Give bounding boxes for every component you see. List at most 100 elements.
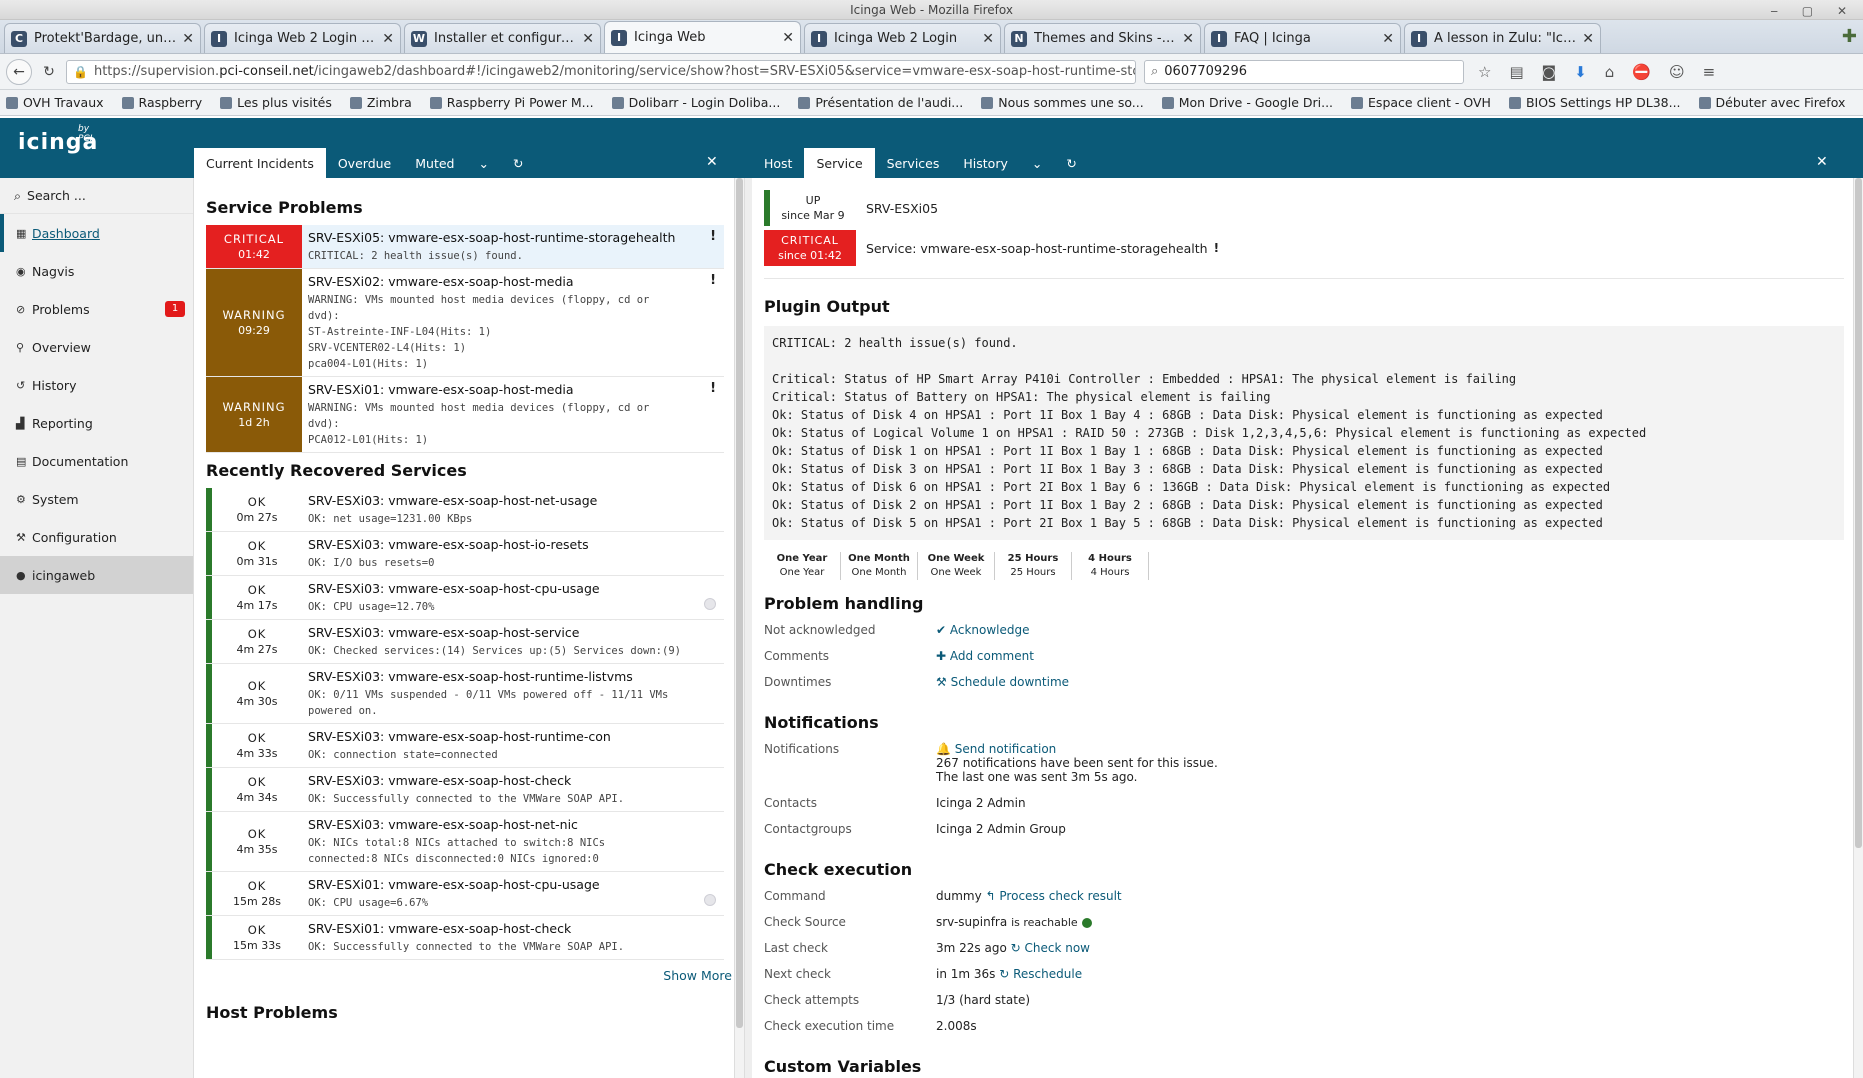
bookmark-item[interactable]: Les plus visités	[220, 95, 332, 110]
time-range-button[interactable]: 25 Hours 25 Hours	[995, 552, 1072, 580]
browser-tab[interactable]: C Protekt'Bardage, un é... ✕	[4, 23, 201, 53]
service-title[interactable]: SRV-ESXi03: vmware-esx-soap-host-check	[308, 773, 718, 788]
bookmark-item[interactable]: Présentation de l'audi...	[798, 95, 963, 110]
tab-close-icon[interactable]: ✕	[782, 30, 794, 46]
sidebar-search[interactable]: ⌕ Search ...	[0, 178, 193, 214]
close-left-pane-icon[interactable]: ✕	[706, 154, 718, 170]
service-row[interactable]: OK 4m 30s SRV-ESXi03: vmware-esx-soap-host…	[206, 664, 724, 724]
url-bar[interactable]: 🔒 https://supervision. pci-conseil.net/ic…	[66, 59, 1136, 84]
service-row[interactable]: OK 4m 27s SRV-ESXi03: vmware-esx-soap-host…	[206, 620, 724, 664]
tab-close-icon[interactable]: ✕	[1182, 31, 1194, 47]
service-row[interactable]: WARNING 09:29 SRV-ESXi02: vmware-esx-soap-…	[206, 269, 724, 377]
service-row[interactable]: OK 0m 31s SRV-ESXi03: vmware-esx-soap-host…	[206, 532, 724, 576]
ph-action-link[interactable]: ✔ Acknowledge	[936, 623, 1030, 637]
service-row[interactable]: OK 15m 33s SRV-ESXi01: vmware-esx-soap-hos…	[206, 916, 724, 960]
left-pane-tab[interactable]: Muted	[403, 148, 466, 178]
contacts-value[interactable]: Icinga 2 Admin	[936, 796, 1026, 816]
bookmark-item[interactable]: BIOS Settings HP DL38...	[1508, 95, 1681, 110]
chat-icon[interactable]: ☺	[1669, 63, 1685, 81]
service-title[interactable]: SRV-ESXi03: vmware-esx-soap-host-runtime…	[308, 669, 718, 684]
time-range-button[interactable]: 4 Hours 4 Hours	[1072, 552, 1149, 580]
close-right-pane-icon[interactable]: ✕	[1816, 154, 1828, 170]
adblock-icon[interactable]: ⛔	[1632, 63, 1651, 81]
bookmark-item[interactable]: Zimbra	[349, 95, 412, 110]
sidebar-item-overview[interactable]: ⚲ Overview	[0, 328, 193, 366]
right-pane-tab[interactable]: Host	[752, 148, 804, 178]
service-row[interactable]: OK 4m 35s SRV-ESXi03: vmware-esx-soap-host…	[206, 812, 724, 872]
service-title[interactable]: SRV-ESXi05: vmware-esx-soap-host-runtime…	[308, 230, 718, 245]
pocket-icon[interactable]: ◙	[1542, 63, 1557, 81]
refresh-icon[interactable]: ↻	[501, 148, 535, 178]
browser-tab[interactable]: I Icinga Web 2 Login :: ... ✕	[204, 23, 401, 53]
tab-close-icon[interactable]: ✕	[182, 31, 194, 47]
service-title[interactable]: SRV-ESXi01: vmware-esx-soap-host-cpu-usa…	[308, 877, 718, 892]
bookmark-item[interactable]: Mon Drive - Google Dri...	[1161, 95, 1333, 110]
check-now-link[interactable]: ↻ Check now	[1011, 941, 1090, 955]
send-notification-link[interactable]: 🔔 Send notification	[936, 742, 1056, 756]
sidebar-item-dashboard[interactable]: ▦ Dashboard	[0, 214, 193, 252]
home-icon[interactable]: ⌂	[1605, 63, 1615, 81]
download-icon[interactable]: ⬇	[1574, 63, 1587, 81]
service-row[interactable]: OK 4m 34s SRV-ESXi03: vmware-esx-soap-host…	[206, 768, 724, 812]
service-title[interactable]: SRV-ESXi03: vmware-esx-soap-host-net-usa…	[308, 493, 718, 508]
sidebar-item-problems[interactable]: ⊘ Problems 1	[0, 290, 193, 328]
bookmark-item[interactable]: OVH Travaux	[6, 95, 104, 110]
service-row[interactable]: CRITICAL 01:42 SRV-ESXi05: vmware-esx-soap…	[206, 225, 724, 269]
browser-tab[interactable]: I A lesson in Zulu: "Icin... ✕	[1404, 23, 1601, 53]
tab-close-icon[interactable]: ✕	[382, 31, 394, 47]
service-title[interactable]: SRV-ESXi01: vmware-esx-soap-host-media	[308, 382, 718, 397]
pane-divider[interactable]	[744, 178, 752, 1078]
browser-tab[interactable]: N Themes and Skins - N... ✕	[1004, 23, 1201, 53]
tab-close-icon[interactable]: ✕	[1382, 31, 1394, 47]
sidebar-item-nagvis[interactable]: ◉ Nagvis	[0, 252, 193, 290]
left-pane-tab[interactable]: Overdue	[326, 148, 403, 178]
bookmark-item[interactable]: Nous sommes une so...	[981, 95, 1144, 110]
show-more-link[interactable]: Show More	[194, 968, 732, 983]
tab-close-icon[interactable]: ✕	[1582, 31, 1594, 47]
service-title[interactable]: SRV-ESXi03: vmware-esx-soap-host-io-rese…	[308, 537, 718, 552]
service-title[interactable]: SRV-ESXi03: vmware-esx-soap-host-cpu-usa…	[308, 581, 718, 596]
service-title[interactable]: SRV-ESXi03: vmware-esx-soap-host-net-nic	[308, 817, 718, 832]
contactgroups-value[interactable]: Icinga 2 Admin Group	[936, 822, 1066, 842]
service-title[interactable]: SRV-ESXi03: vmware-esx-soap-host-runtime…	[308, 729, 718, 744]
right-pane-tab[interactable]: History	[951, 148, 1019, 178]
bookmark-star-icon[interactable]: ☆	[1478, 63, 1491, 81]
refresh-icon[interactable]: ↻	[1054, 148, 1088, 178]
back-button[interactable]: ←	[6, 58, 32, 85]
service-title[interactable]: SRV-ESXi03: vmware-esx-soap-host-service	[308, 625, 718, 640]
sidebar-item-icingaweb[interactable]: ● icingaweb	[0, 556, 193, 594]
new-tab-button[interactable]: ✚	[1842, 26, 1857, 47]
reading-list-icon[interactable]: ▤	[1509, 63, 1523, 81]
service-row[interactable]: OK 15m 28s SRV-ESXi01: vmware-esx-soap-hos…	[206, 872, 724, 916]
service-title[interactable]: SRV-ESXi02: vmware-esx-soap-host-media	[308, 274, 718, 289]
time-range-button[interactable]: One Month One Month	[841, 552, 918, 580]
sidebar-item-configuration[interactable]: ⚒ Configuration	[0, 518, 193, 556]
time-range-button[interactable]: One Week One Week	[918, 552, 995, 580]
service-row[interactable]: OK 4m 17s SRV-ESXi03: vmware-esx-soap-host…	[206, 576, 724, 620]
reload-icon[interactable]: ↻	[36, 59, 62, 85]
left-scrollbar[interactable]	[734, 178, 744, 1078]
left-pane-tab[interactable]: Current Incidents	[194, 148, 326, 178]
dropdown-chevron-icon[interactable]: ⌄	[466, 148, 500, 178]
bookmark-item[interactable]: Raspberry Pi Power M...	[429, 95, 594, 110]
browser-tab[interactable]: W Installer et configurer... ✕	[404, 23, 601, 53]
tab-close-icon[interactable]: ✕	[582, 31, 594, 47]
bookmark-item[interactable]: Dolibarr - Login Doliba...	[611, 95, 780, 110]
right-pane-tab[interactable]: Service	[804, 148, 875, 178]
service-row[interactable]: WARNING 1d 2h SRV-ESXi01: vmware-esx-soap-…	[206, 377, 724, 453]
bookmark-item[interactable]: Débuter avec Firefox	[1698, 95, 1845, 110]
bookmark-item[interactable]: Espace client - OVH	[1351, 95, 1491, 110]
sidebar-item-reporting[interactable]: ▟ Reporting	[0, 404, 193, 442]
browser-tab[interactable]: I Icinga Web 2 Login ✕	[804, 23, 1001, 53]
time-range-button[interactable]: One Year One Year	[764, 552, 841, 580]
sidebar-item-history[interactable]: ↺ History	[0, 366, 193, 404]
right-pane-tab[interactable]: Services	[875, 148, 952, 178]
sidebar-item-system[interactable]: ⚙ System	[0, 480, 193, 518]
bookmark-item[interactable]: Raspberry	[121, 95, 202, 110]
menu-icon[interactable]: ≡	[1703, 63, 1716, 81]
sidebar-item-documentation[interactable]: ▤ Documentation	[0, 442, 193, 480]
browser-tab[interactable]: I Icinga Web ✕	[604, 21, 801, 53]
reschedule-link[interactable]: ↻ Reschedule	[999, 967, 1082, 981]
service-title[interactable]: SRV-ESXi01: vmware-esx-soap-host-check	[308, 921, 718, 936]
browser-tab[interactable]: I FAQ | Icinga ✕	[1204, 23, 1401, 53]
